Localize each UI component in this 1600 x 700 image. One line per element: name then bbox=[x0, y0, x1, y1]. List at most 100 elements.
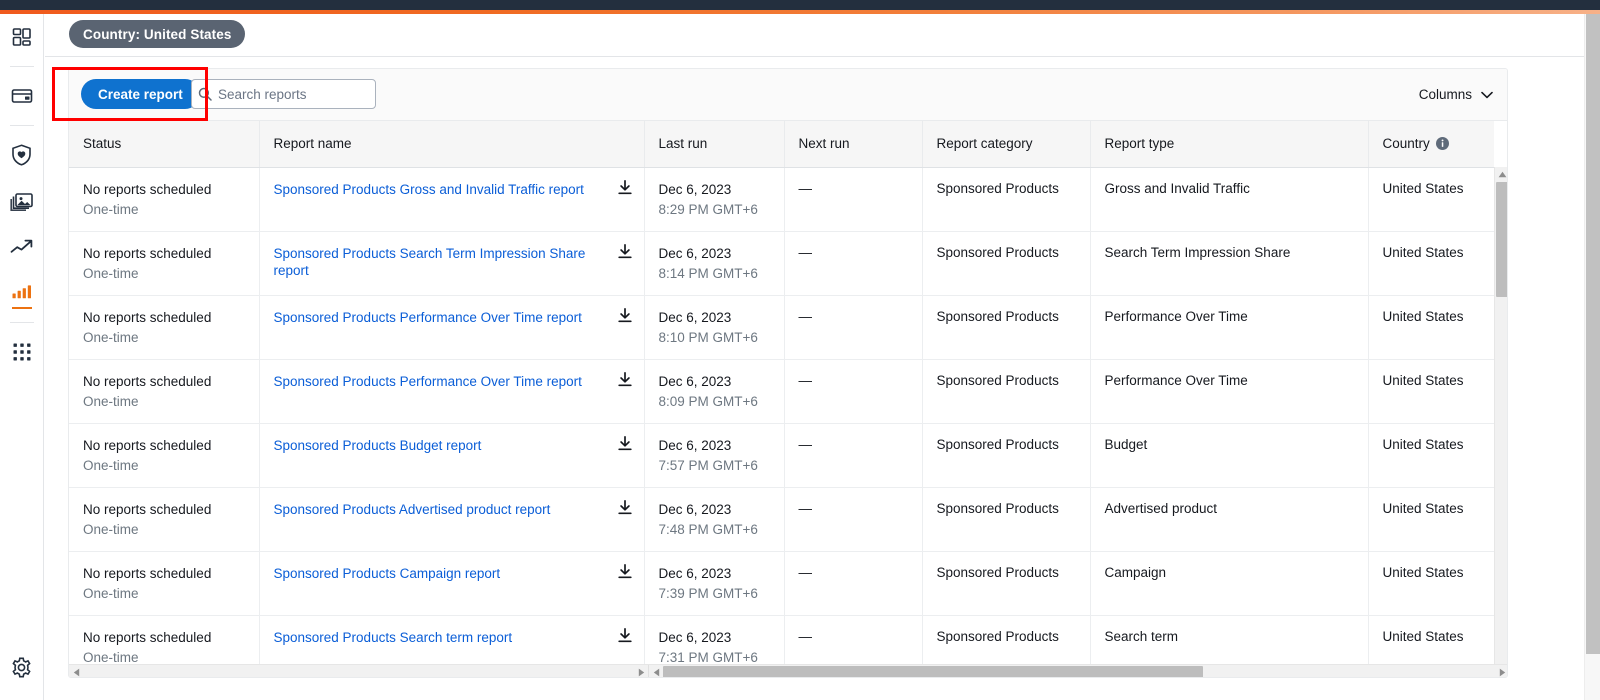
scroll-left-arrow-icon[interactable] bbox=[649, 665, 663, 677]
status-secondary-text: One-time bbox=[83, 585, 139, 601]
settings-gear-icon bbox=[11, 657, 32, 678]
download-icon[interactable] bbox=[617, 179, 632, 195]
download-icon[interactable] bbox=[617, 243, 632, 259]
cell-report-name: Sponsored Products Gross and Invalid Tra… bbox=[258, 167, 644, 232]
filter-chip-country[interactable]: Country: United States bbox=[69, 20, 246, 48]
status-primary-text: No reports scheduled bbox=[83, 437, 212, 453]
rail-divider bbox=[9, 66, 34, 67]
reports-table-viewport: Status Report name Last run Next run Rep… bbox=[69, 121, 1507, 677]
scroll-left-arrow-icon[interactable] bbox=[69, 665, 83, 677]
report-name-link[interactable]: Sponsored Products Gross and Invalid Tra… bbox=[274, 181, 584, 198]
table-row: No reports scheduled One-time Sponsored Pr… bbox=[69, 295, 1494, 360]
sidebar-item-creative-assets[interactable] bbox=[0, 178, 44, 224]
cell-last-run: Dec 6, 2023 7:39 PM GMT+6 bbox=[643, 551, 784, 616]
column-header-status[interactable]: Status bbox=[69, 121, 259, 168]
column-header-report-category[interactable]: Report category bbox=[921, 121, 1090, 168]
download-icon[interactable] bbox=[617, 371, 632, 387]
reports-table-scroll-area[interactable]: Status Report name Last run Next run Rep… bbox=[69, 121, 1494, 677]
column-header-last-run[interactable]: Last run bbox=[643, 121, 784, 168]
report-name-link[interactable]: Sponsored Products Advertised product re… bbox=[274, 501, 551, 518]
page-vertical-scroll-thumb[interactable] bbox=[1586, 14, 1600, 654]
columns-button-label: Columns bbox=[1418, 86, 1472, 102]
cell-status: No reports scheduled One-time bbox=[69, 295, 259, 360]
search-reports-field[interactable] bbox=[191, 79, 395, 109]
cell-last-run: Dec 6, 2023 8:29 PM GMT+6 bbox=[643, 167, 784, 232]
reports-toolbar: Create report Columns bbox=[69, 69, 1507, 121]
last-run-time: 7:57 PM GMT+6 bbox=[658, 457, 758, 473]
cell-report-type: Advertised product bbox=[1089, 487, 1368, 552]
report-name-link[interactable]: Sponsored Products Campaign report bbox=[274, 565, 501, 582]
page-vertical-scrollbar[interactable] bbox=[1584, 14, 1600, 700]
cell-next-run: — bbox=[783, 295, 922, 360]
cell-report-type: Performance Over Time bbox=[1089, 359, 1368, 424]
dashboard-icon bbox=[12, 27, 32, 47]
sidebar-item-apps[interactable] bbox=[0, 329, 44, 375]
search-input[interactable] bbox=[218, 81, 395, 107]
columns-button[interactable]: Columns bbox=[1419, 79, 1493, 109]
table-horizontal-scrollbars[interactable] bbox=[69, 664, 1507, 677]
status-secondary-text: One-time bbox=[83, 329, 139, 345]
last-run-date: Dec 6, 2023 bbox=[658, 629, 732, 645]
status-secondary-text: One-time bbox=[83, 521, 139, 537]
column-header-country[interactable]: Country bbox=[1367, 121, 1494, 168]
table-row: No reports scheduled One-time Sponsored Pr… bbox=[69, 423, 1494, 488]
column-header-report-type[interactable]: Report type bbox=[1089, 121, 1368, 168]
status-secondary-text: One-time bbox=[83, 201, 139, 217]
cell-report-type: Campaign bbox=[1089, 551, 1368, 616]
sidebar-item-measurement-and-reporting[interactable] bbox=[0, 270, 44, 316]
bar-chart-icon bbox=[11, 284, 33, 302]
status-primary-text: No reports scheduled bbox=[83, 565, 212, 581]
column-header-report-name[interactable]: Report name bbox=[258, 121, 644, 168]
cell-next-run: — bbox=[783, 423, 922, 488]
report-name-link[interactable]: Sponsored Products Search Term Impressio… bbox=[274, 245, 604, 279]
info-icon[interactable] bbox=[1435, 137, 1449, 151]
last-run-time: 7:39 PM GMT+6 bbox=[658, 585, 758, 601]
column-header-next-run[interactable]: Next run bbox=[783, 121, 922, 168]
sidebar-item-brands[interactable] bbox=[0, 132, 44, 178]
cell-status: No reports scheduled One-time bbox=[69, 231, 259, 296]
cell-status: No reports scheduled One-time bbox=[69, 551, 259, 616]
cell-next-run: — bbox=[783, 551, 922, 616]
sidebar-item-dashboard[interactable] bbox=[0, 14, 44, 60]
download-icon[interactable] bbox=[617, 627, 632, 643]
cell-report-name: Sponsored Products Budget report bbox=[258, 423, 644, 488]
trending-up-icon bbox=[10, 237, 34, 257]
sidebar-item-billing[interactable] bbox=[0, 73, 44, 119]
report-name-link[interactable]: Sponsored Products Budget report bbox=[274, 437, 482, 454]
create-report-button[interactable]: Create report bbox=[81, 79, 200, 109]
download-icon[interactable] bbox=[617, 563, 632, 579]
download-icon[interactable] bbox=[617, 435, 632, 451]
report-name-link[interactable]: Sponsored Products Search term report bbox=[274, 629, 513, 646]
table-row: No reports scheduled One-time Sponsored Pr… bbox=[69, 167, 1494, 232]
status-secondary-text: One-time bbox=[83, 649, 139, 665]
table-horizontal-scroll-thumb[interactable] bbox=[663, 666, 1203, 677]
chevron-down-icon bbox=[1481, 87, 1493, 102]
download-icon[interactable] bbox=[617, 499, 632, 515]
download-icon[interactable] bbox=[617, 307, 632, 323]
report-name-link[interactable]: Sponsored Products Performance Over Time… bbox=[274, 373, 582, 390]
status-primary-text: No reports scheduled bbox=[83, 501, 212, 517]
scroll-up-arrow-icon[interactable] bbox=[1495, 167, 1507, 181]
cell-report-category: Sponsored Products bbox=[921, 359, 1090, 424]
table-vertical-scroll-thumb[interactable] bbox=[1496, 182, 1507, 297]
sidebar-item-settings[interactable] bbox=[0, 644, 44, 690]
apps-grid-icon bbox=[12, 342, 32, 362]
table-horizontal-scrollbar[interactable] bbox=[649, 665, 1507, 677]
scroll-right-arrow-icon[interactable] bbox=[634, 665, 648, 677]
cell-report-name: Sponsored Products Campaign report bbox=[258, 551, 644, 616]
scroll-right-arrow-icon[interactable] bbox=[1495, 665, 1507, 677]
billing-card-icon bbox=[11, 86, 33, 106]
sidebar-item-insights[interactable] bbox=[0, 224, 44, 270]
cell-next-run: — bbox=[783, 231, 922, 296]
cell-country: United States bbox=[1367, 167, 1494, 232]
cell-country: United States bbox=[1367, 359, 1494, 424]
status-primary-text: No reports scheduled bbox=[83, 373, 212, 389]
cell-next-run: — bbox=[783, 487, 922, 552]
cell-report-type: Budget bbox=[1089, 423, 1368, 488]
status-secondary-text: One-time bbox=[83, 265, 139, 281]
last-run-time: 8:14 PM GMT+6 bbox=[658, 265, 758, 281]
table-vertical-scrollbar[interactable] bbox=[1494, 167, 1507, 677]
report-name-link[interactable]: Sponsored Products Performance Over Time… bbox=[274, 309, 582, 326]
frozen-columns-horizontal-scrollbar[interactable] bbox=[69, 665, 649, 677]
last-run-time: 7:48 PM GMT+6 bbox=[658, 521, 758, 537]
